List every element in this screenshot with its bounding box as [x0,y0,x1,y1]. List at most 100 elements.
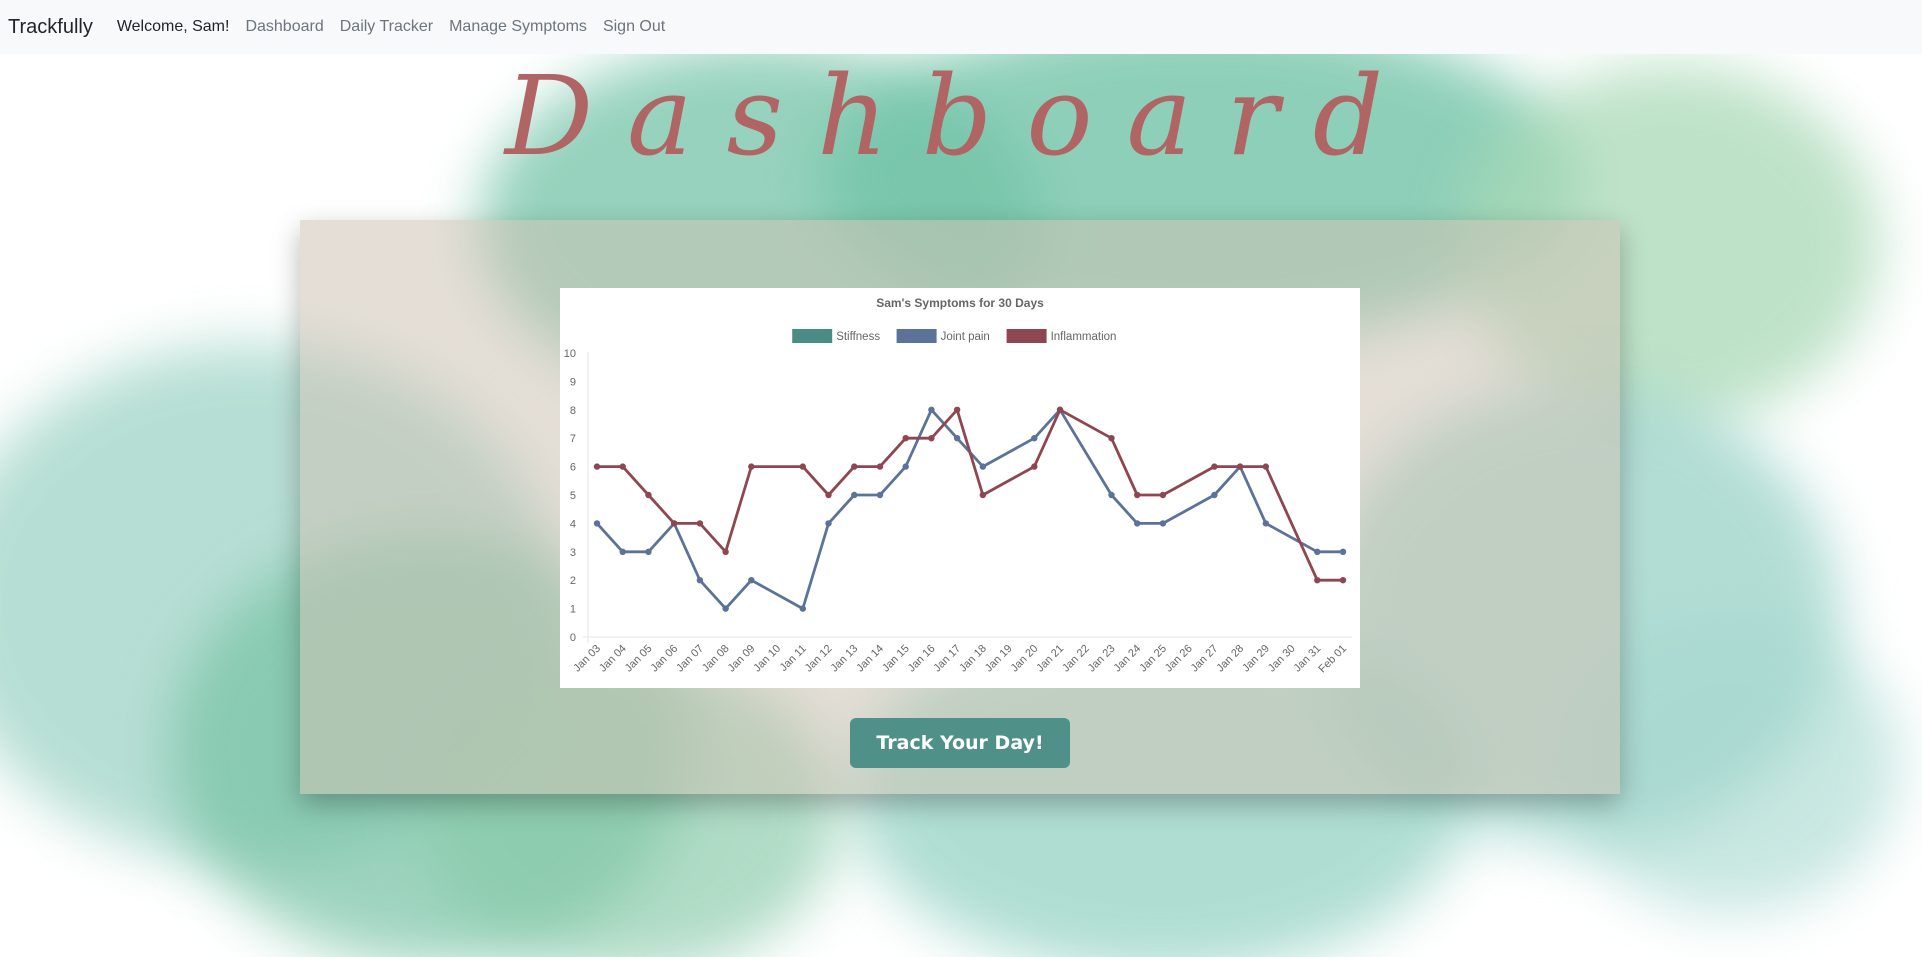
series-point-1 [1262,520,1270,527]
x-tick-label: Jan 10 [751,643,783,675]
x-tick-label: Jan 04 [597,643,629,675]
series-point-2 [1134,491,1141,499]
x-tick-label: Jan 11 [778,643,809,674]
series-point-2 [1262,463,1270,470]
x-tick-label: Jan 12 [803,643,835,675]
series-point-1 [1159,520,1167,527]
x-tick-label: Jan 19 [983,643,1015,675]
symptoms-chart: Sam's Symptoms for 30 Days Stiffness Joint… [564,296,1352,676]
series-point-2 [1108,435,1115,442]
series-point-2 [851,463,858,470]
series-point-2 [593,463,601,470]
y-tick-label: 8 [570,405,576,417]
x-tick-label: Jan 08 [700,643,732,675]
x-tick-label: Jan 06 [648,643,680,675]
track-your-day-button[interactable]: Track Your Day! [850,718,1070,768]
series-point-1 [953,435,961,442]
y-tick-label: 0 [570,632,576,644]
x-tick-label: Jan 23 [1086,643,1118,675]
y-tick-label: 5 [570,490,576,502]
nav-link-daily-tracker[interactable]: Daily Tracker [340,18,433,36]
series-line-2 [597,408,1343,582]
series-point-1 [1031,435,1038,442]
series-point-2 [748,463,755,470]
legend-swatch-0 [792,329,833,343]
x-tick-label: Jan 30 [1266,643,1298,675]
series-point-1 [928,406,935,413]
series-point-2 [619,463,626,470]
series-point-2 [953,406,961,413]
series-point-1 [593,520,601,527]
series-point-1 [979,463,987,470]
brand-link[interactable]: Trackfully [8,16,93,39]
x-tick-label: Jan 28 [1214,643,1246,675]
x-tick-label: Jan 15 [880,643,912,675]
series-line-1 [595,408,1343,611]
y-tick-label: 10 [564,348,576,360]
series-point-1 [851,491,858,499]
chart-title: Sam's Symptoms for 30 Days [876,296,1044,310]
series-point-2 [670,520,678,527]
navbar: Trackfully Welcome, Sam! Dashboard Daily… [0,0,1922,54]
x-tick-label: Jan 21 [1034,643,1066,675]
series-point-2 [1159,491,1167,499]
x-tick-label: Feb 01 [1316,643,1349,676]
series-point-2 [696,520,704,527]
y-tick-label: 9 [570,376,576,388]
legend-label-1: Joint pain [941,331,990,343]
y-tick-label: 4 [570,518,576,530]
x-tick-label: Jan 14 [854,643,886,675]
series-point-2 [645,491,652,499]
series-point-2 [1339,577,1347,584]
legend-swatch-2 [1006,329,1047,343]
series-point-1 [645,548,652,555]
nav-link-dashboard[interactable]: Dashboard [245,18,323,36]
series-point-2 [979,491,987,499]
series-point-2 [1211,463,1218,470]
series-point-1 [825,520,832,527]
x-tick-label: Jan 22 [1060,643,1092,675]
x-tick-label: Jan 09 [726,643,758,675]
series-point-2 [876,463,884,470]
series-point-2 [1236,463,1244,470]
series-point-2 [1314,577,1321,584]
series-point-1 [902,463,909,470]
series-point-2 [928,435,935,442]
page-title: Dashboard [504,52,1418,180]
nav-link-manage-symptoms[interactable]: Manage Symptoms [449,18,587,36]
x-tick-label: Jan 13 [829,643,861,675]
series-point-2 [1031,463,1038,470]
series-point-1 [696,577,704,584]
series-point-1 [1211,491,1218,499]
x-tick-label: Jan 16 [906,643,938,675]
y-tick-label: 1 [570,604,576,616]
series-point-2 [722,548,729,555]
series-point-2 [1056,406,1064,413]
series-point-1 [1108,491,1115,499]
legend-label-0: Stiffness [836,331,880,343]
series-point-1 [1339,548,1347,555]
x-tick-label: Jan 29 [1240,643,1272,675]
x-tick-label: Jan 24 [1111,643,1143,675]
series-point-2 [799,463,806,470]
nav-link-sign-out[interactable]: Sign Out [603,18,665,36]
series-point-1 [876,491,884,499]
y-tick-label: 6 [570,462,576,474]
x-tick-label: Jan 03 [571,643,603,675]
y-tick-label: 7 [570,433,576,445]
welcome-text: Welcome, Sam! [116,18,230,35]
series-point-2 [902,435,909,442]
series-point-2 [825,491,832,499]
x-tick-label: Jan 18 [957,643,989,675]
series-point-1 [748,577,755,584]
x-tick-label: Jan 26 [1163,643,1195,675]
x-tick-label: Jan 27 [1189,643,1221,675]
dashboard-panel: Sam's Symptoms for 30 Days Stiffness Joint… [300,220,1620,794]
series-point-1 [799,605,806,612]
symptoms-chart-card: Sam's Symptoms for 30 Days Stiffness Joint… [560,288,1360,688]
x-tick-label: Jan 25 [1137,643,1169,675]
legend-swatch-1 [896,329,937,343]
x-tick-label: Jan 07 [674,643,706,675]
legend-label-2: Inflammation [1051,331,1117,343]
y-tick-label: 2 [570,575,576,587]
